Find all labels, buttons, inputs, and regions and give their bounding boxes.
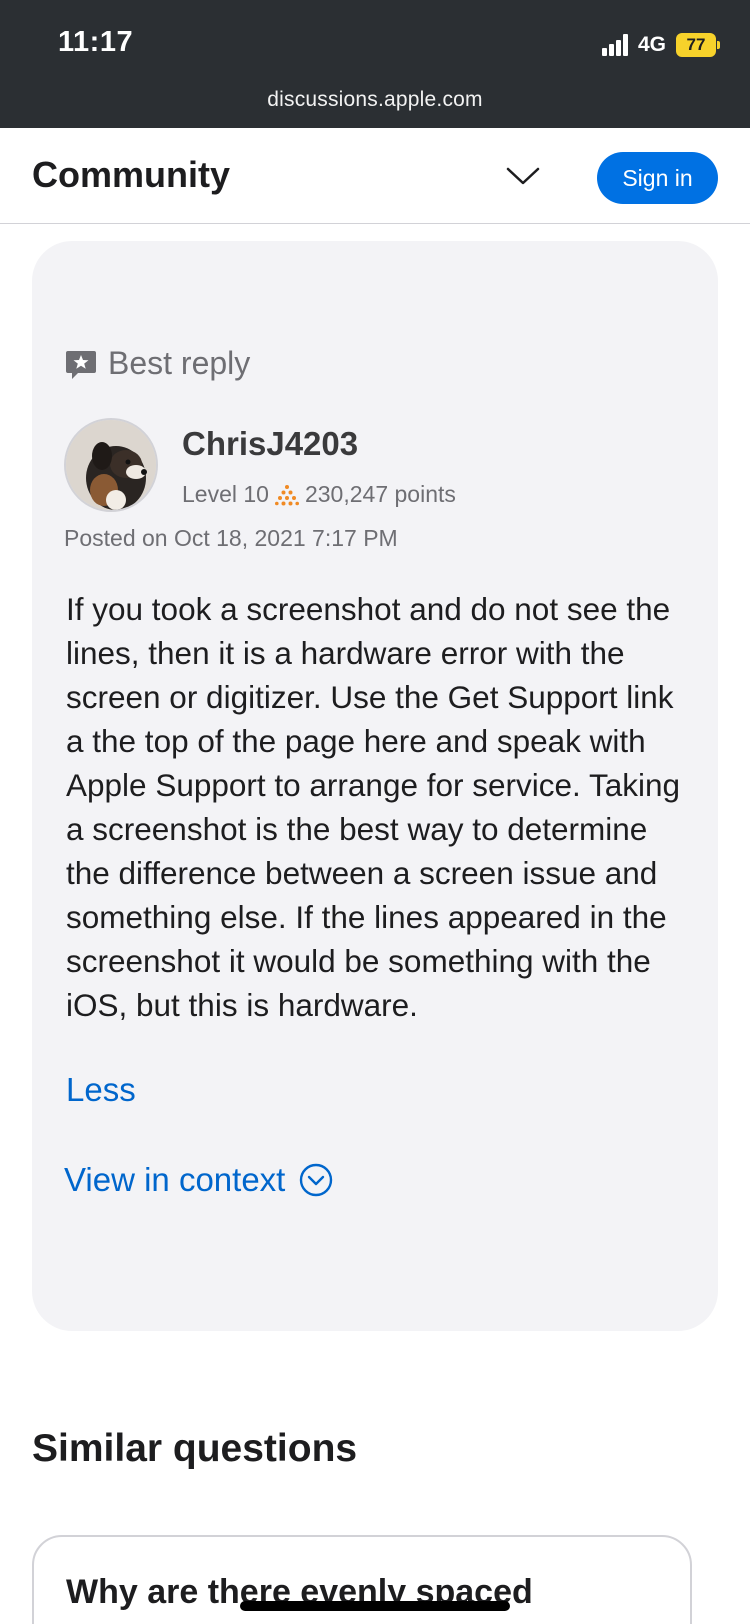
level-label: Level 10 — [182, 481, 269, 507]
home-indicator[interactable] — [240, 1601, 510, 1611]
less-link[interactable]: Less — [66, 1071, 136, 1109]
battery-level: 77 — [676, 33, 716, 57]
star-speech-bubble-icon — [66, 350, 96, 379]
status-indicators: 4G 77 — [601, 32, 720, 58]
browser-chrome: 11:17 4G 77 discussions.apple.com — [0, 0, 750, 128]
sign-in-button[interactable]: Sign in — [597, 152, 718, 204]
posted-date: Posted on Oct 18, 2021 7:17 PM — [64, 525, 398, 551]
similar-questions-heading: Similar questions — [32, 1427, 358, 1470]
battery-icon: 77 — [676, 33, 720, 57]
reply-body: If you took a screenshot and do not see … — [66, 591, 681, 1023]
best-reply-badge: Best reply — [64, 345, 250, 382]
best-reply-label: Best reply — [108, 345, 251, 381]
points-label: 230,247 points — [304, 481, 456, 507]
best-reply-card: Best reply ChrisJ4203 Level 10 230,247 p… — [32, 241, 718, 1331]
dog-avatar-image — [66, 420, 156, 510]
cellular-signal-icon — [601, 34, 628, 56]
network-type: 4G — [637, 33, 666, 56]
pyramid-dots-icon — [274, 484, 299, 505]
chevron-circle-down-icon — [300, 1163, 333, 1197]
view-in-context-link[interactable]: View in context — [64, 1161, 333, 1199]
username[interactable]: ChrisJ4203 — [182, 425, 358, 463]
community-header: Community Sign in — [0, 128, 750, 224]
avatar[interactable] — [64, 418, 158, 512]
community-title[interactable]: Community — [32, 154, 230, 196]
status-time: 11:17 — [58, 26, 134, 58]
chevron-down-icon[interactable] — [505, 158, 541, 194]
user-level: Level 10 230,247 points — [182, 481, 456, 508]
view-in-context-label: View in context — [64, 1161, 286, 1198]
url-bar[interactable]: discussions.apple.com — [0, 88, 750, 112]
